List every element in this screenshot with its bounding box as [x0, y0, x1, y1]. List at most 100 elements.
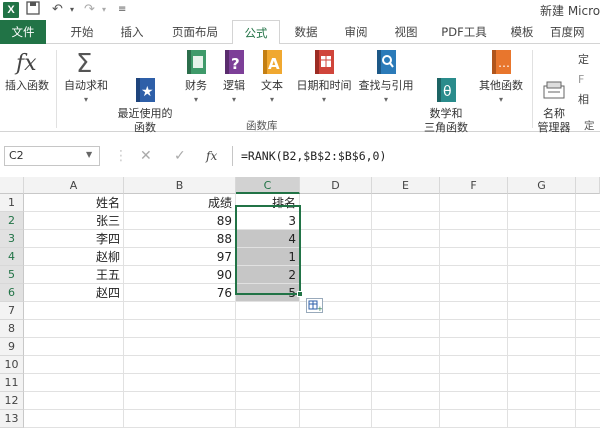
tab-page-layout[interactable]: 页面布局	[164, 20, 226, 44]
row-header-10[interactable]: 10	[0, 356, 24, 374]
cell-b3[interactable]: 88	[124, 230, 236, 248]
cell-b6[interactable]: 76	[124, 284, 236, 302]
cell-a2[interactable]: 张三	[24, 212, 124, 230]
tab-data[interactable]: 数据	[286, 20, 326, 44]
name-manager-label: 名称 管理器	[537, 107, 571, 134]
row-header-13[interactable]: 13	[0, 410, 24, 428]
redo-icon[interactable]: ↷	[84, 1, 95, 19]
formula-input[interactable]: =RANK(B2,$B$2:$B$6,0)	[232, 146, 600, 166]
row-header-1[interactable]: 1	[0, 194, 24, 212]
use-in-formula-item[interactable]: F	[578, 70, 589, 90]
date-time-button[interactable]: 日期和时间 ▾	[292, 48, 356, 107]
tab-insert[interactable]: 插入	[110, 20, 154, 44]
more-functions-label: 其他函数	[479, 79, 523, 92]
row-header-5[interactable]: 5	[0, 266, 24, 284]
dropdown-arrow-icon: ▾	[83, 95, 88, 104]
logical-label: 逻辑	[223, 79, 245, 92]
autosum-button[interactable]: Σ 自动求和 ▾	[60, 48, 112, 107]
text-button[interactable]: A 文本 ▾	[254, 48, 290, 107]
title-bar: X ↶ ▾ ↷ ▾ ≡ 新建 Micro	[0, 0, 600, 20]
dropdown-arrow-icon: ▾	[321, 95, 326, 104]
column-header-a[interactable]: A	[24, 177, 124, 194]
cell-b4[interactable]: 97	[124, 248, 236, 266]
cancel-icon[interactable]: ✕	[140, 146, 152, 166]
defined-names-group-label: 定	[584, 120, 595, 132]
cell-c6[interactable]: 5	[236, 284, 300, 302]
cell-a3[interactable]: 李四	[24, 230, 124, 248]
excel-logo-icon: X	[3, 2, 19, 18]
row-header-12[interactable]: 12	[0, 392, 24, 410]
cell-c1[interactable]: 排名	[236, 194, 300, 212]
text-book-icon: A	[258, 48, 286, 76]
undo-dropdown-icon[interactable]: ▾	[70, 1, 74, 19]
math-trig-label: 数学和 三角函数	[424, 107, 468, 134]
cell-a5[interactable]: 王五	[24, 266, 124, 284]
cell-b2[interactable]: 89	[124, 212, 236, 230]
row-header-11[interactable]: 11	[0, 374, 24, 392]
lookup-reference-button[interactable]: 查找与引用 ▾	[356, 48, 416, 107]
cell-a1[interactable]: 姓名	[24, 194, 124, 212]
text-label: 文本	[261, 79, 283, 92]
column-header-g[interactable]: G	[508, 177, 576, 194]
customize-qat-icon[interactable]: ≡	[118, 1, 126, 19]
column-header-c[interactable]: C	[236, 177, 300, 194]
insert-function-fx-icon[interactable]: fx	[206, 146, 217, 166]
svg-text:★: ★	[141, 84, 154, 100]
worksheet-grid[interactable]: A B C D E F G 1 2 3 4 5 6 7 8 9 10 11 12…	[0, 177, 600, 428]
tab-formulas[interactable]: 公式	[232, 20, 280, 45]
name-manager-icon	[540, 62, 568, 99]
enter-icon[interactable]: ✓	[174, 146, 186, 166]
select-all-corner[interactable]	[0, 177, 24, 194]
insert-function-button[interactable]: fx 插入函数	[2, 48, 52, 93]
define-name-item[interactable]: 定	[578, 50, 589, 70]
ribbon-separator	[532, 50, 533, 128]
tab-file[interactable]: 文件	[0, 20, 46, 44]
more-functions-button[interactable]: … 其他函数 ▾	[474, 48, 528, 107]
insert-function-label: 插入函数	[5, 79, 49, 92]
tab-review[interactable]: 审阅	[334, 20, 378, 44]
dropdown-arrow-icon: ▾	[193, 95, 198, 104]
column-header-overflow	[576, 177, 600, 194]
tab-pdf-tools[interactable]: PDF工具	[432, 20, 496, 44]
cell-c5[interactable]: 2	[236, 266, 300, 284]
math-trig-button[interactable]: θ 数学和 三角函数	[420, 48, 472, 135]
tab-templates[interactable]: 模板	[502, 20, 542, 44]
tab-home[interactable]: 开始	[62, 20, 102, 44]
row-header-4[interactable]: 4	[0, 248, 24, 266]
column-header-f[interactable]: F	[440, 177, 508, 194]
row-header-9[interactable]: 9	[0, 338, 24, 356]
undo-icon[interactable]: ↶	[52, 1, 63, 19]
create-from-selection-item[interactable]: 相	[578, 90, 589, 110]
row-header-8[interactable]: 8	[0, 320, 24, 338]
sigma-icon: Σ	[72, 48, 100, 79]
cell-a6[interactable]: 赵四	[24, 284, 124, 302]
recently-used-button[interactable]: ★ 最近使用的 函数	[112, 48, 178, 135]
star-book-icon: ★	[131, 62, 159, 102]
row-header-2[interactable]: 2	[0, 212, 24, 230]
cell-c2[interactable]: 3	[236, 212, 300, 230]
name-box-dropdown-icon[interactable]: ▼	[86, 146, 92, 164]
tab-baidu[interactable]: 百度网	[550, 20, 600, 44]
name-manager-button[interactable]: 名称 管理器	[534, 48, 574, 135]
tab-view[interactable]: 视图	[386, 20, 426, 44]
column-header-d[interactable]: D	[300, 177, 372, 194]
financial-button[interactable]: 财务 ▾	[178, 48, 214, 107]
cell-a4[interactable]: 赵柳	[24, 248, 124, 266]
redo-dropdown-icon[interactable]: ▾	[102, 1, 106, 19]
function-library-group-label: 函数库	[246, 120, 278, 132]
row-header-7[interactable]: 7	[0, 302, 24, 320]
save-icon[interactable]	[26, 1, 40, 21]
cell-b1[interactable]: 成绩	[124, 194, 236, 212]
cell-b5[interactable]: 90	[124, 266, 236, 284]
column-header-e[interactable]: E	[372, 177, 440, 194]
cell-c4[interactable]: 1	[236, 248, 300, 266]
row-header-3[interactable]: 3	[0, 230, 24, 248]
logical-button[interactable]: ? 逻辑 ▾	[216, 48, 252, 107]
autofill-options-icon[interactable]: +	[306, 298, 323, 313]
svg-text:?: ?	[231, 55, 240, 73]
defined-names-partial[interactable]: 定 F 相	[578, 50, 589, 110]
row-header-6[interactable]: 6	[0, 284, 24, 302]
cell-c3[interactable]: 4	[236, 230, 300, 248]
fill-handle[interactable]	[297, 291, 303, 297]
column-header-b[interactable]: B	[124, 177, 236, 194]
